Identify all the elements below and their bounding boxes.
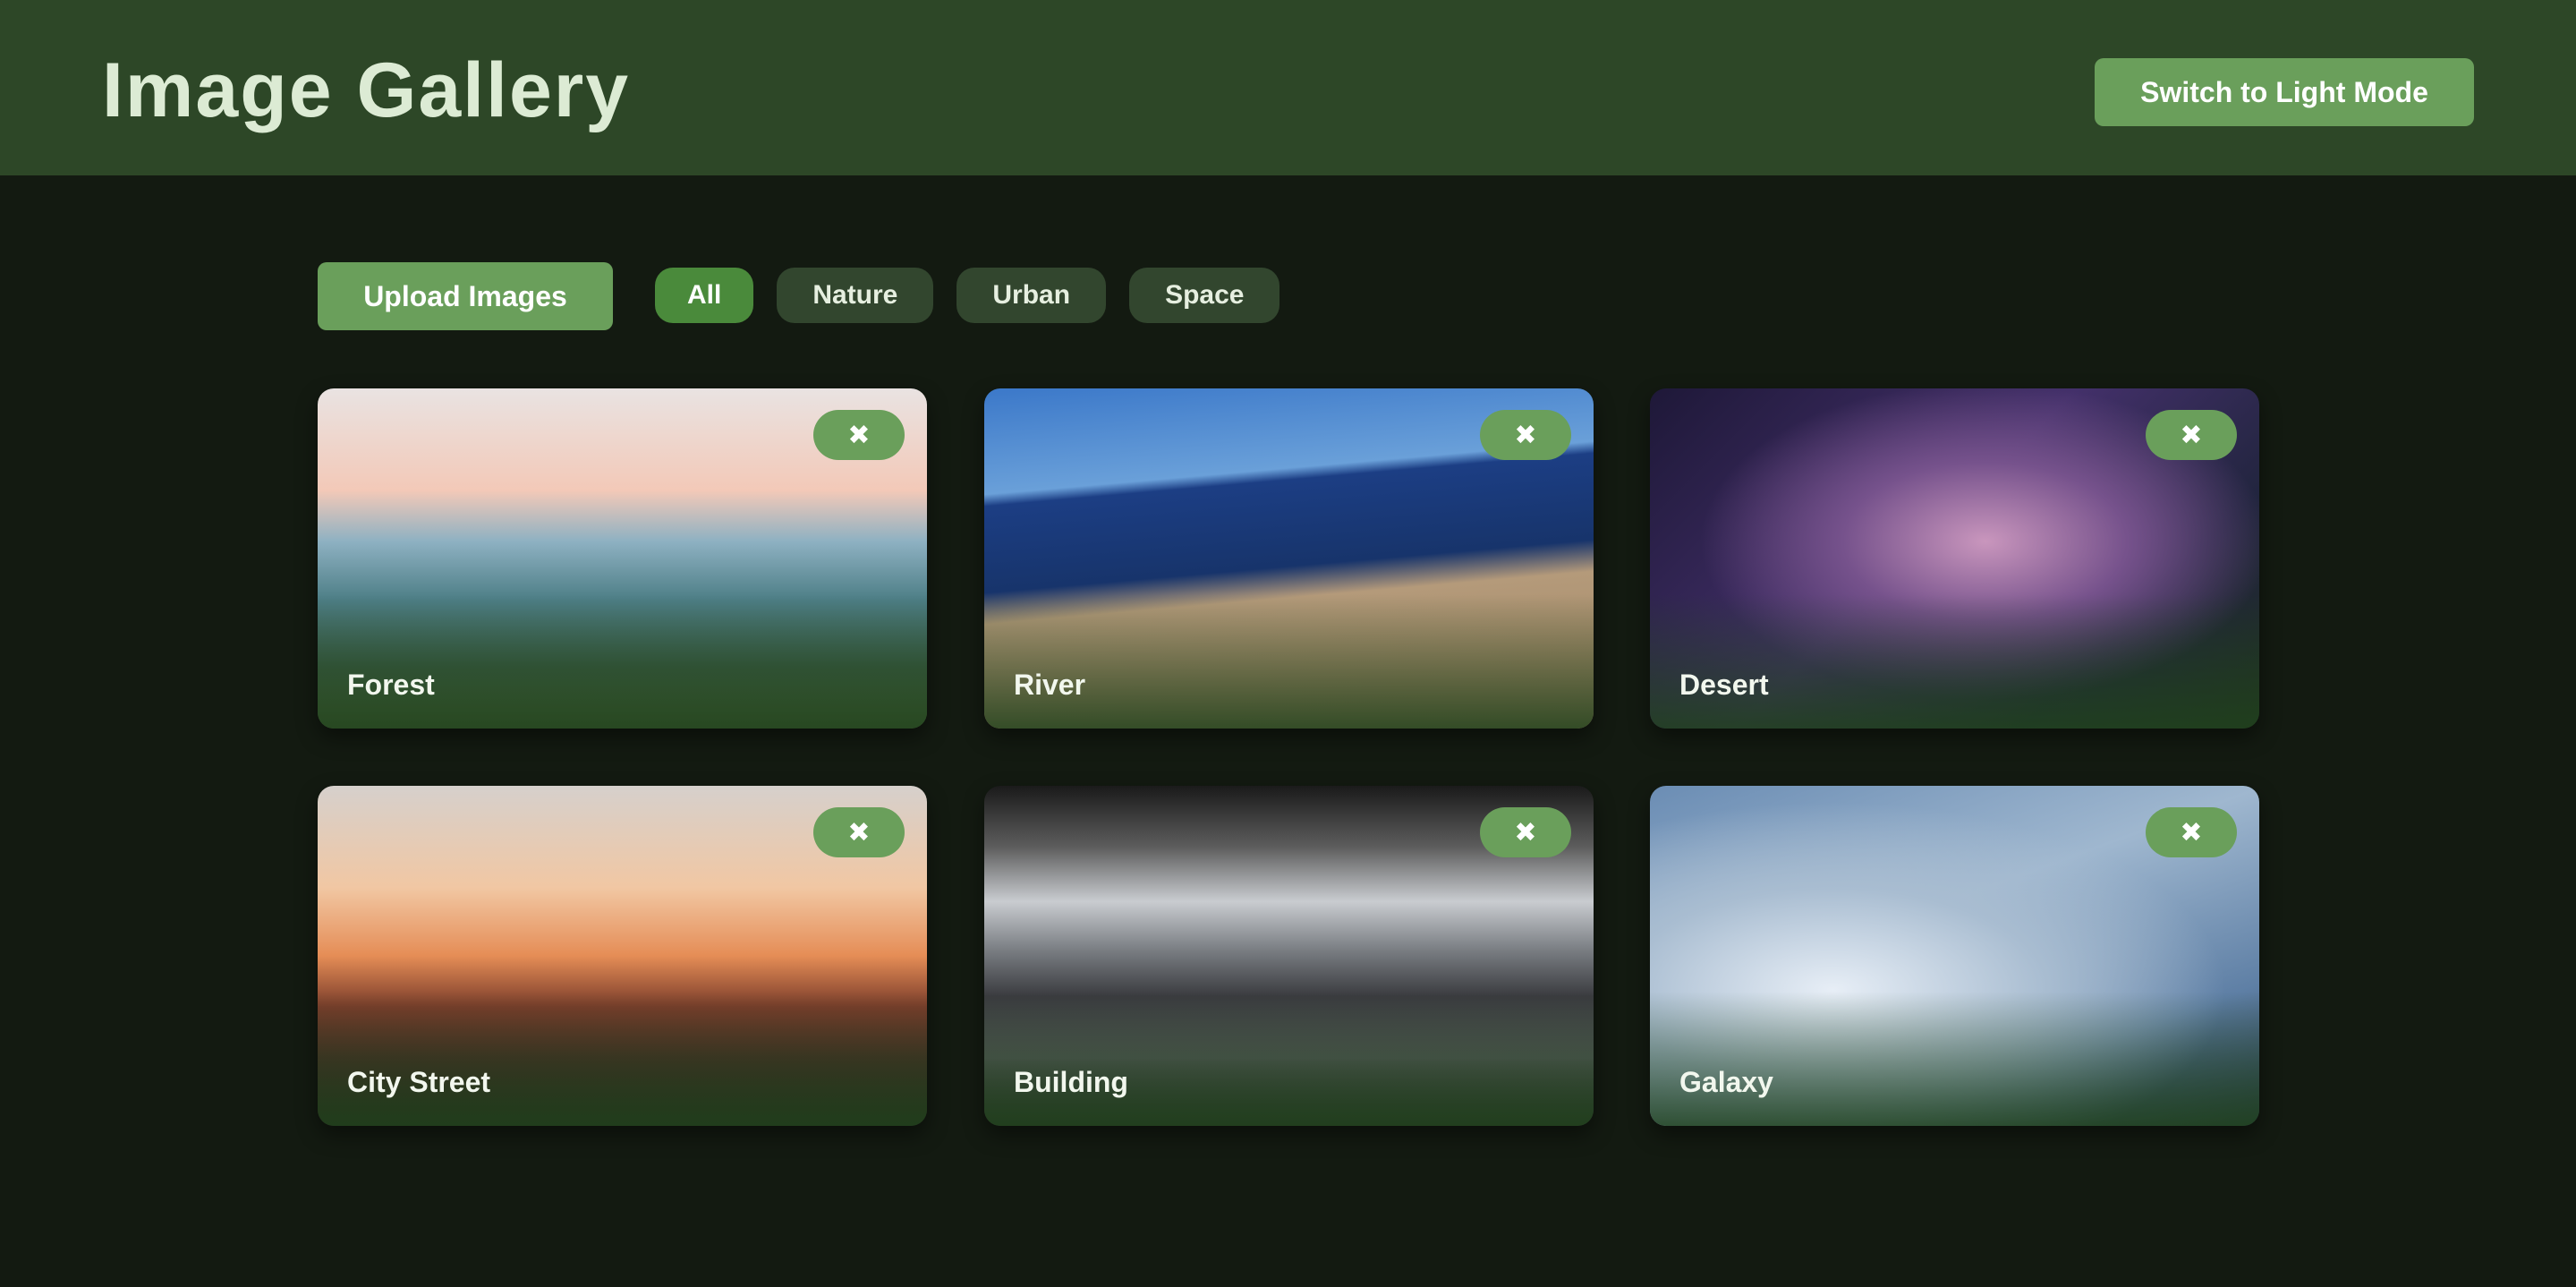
x-icon: ✖ — [2180, 419, 2203, 451]
upload-images-button[interactable]: Upload Images — [318, 262, 613, 330]
delete-image-button[interactable]: ✖ — [813, 807, 905, 857]
card-overlay — [318, 594, 927, 729]
x-icon: ✖ — [1514, 816, 1537, 848]
gallery-card-forest[interactable]: Forest ✖ — [318, 388, 927, 729]
x-icon: ✖ — [847, 419, 871, 451]
card-label: City Street — [347, 1066, 491, 1098]
delete-image-button[interactable]: ✖ — [2146, 410, 2237, 460]
delete-image-button[interactable]: ✖ — [1480, 807, 1571, 857]
gallery-card-building[interactable]: Building ✖ — [984, 786, 1594, 1126]
filter-space-button[interactable]: Space — [1129, 268, 1280, 323]
gallery-card-river[interactable]: River ✖ — [984, 388, 1594, 729]
delete-image-button[interactable]: ✖ — [2146, 807, 2237, 857]
card-overlay — [1650, 992, 2259, 1126]
gallery-card-galaxy[interactable]: Galaxy ✖ — [1650, 786, 2259, 1126]
filter-urban-button[interactable]: Urban — [956, 268, 1107, 323]
x-icon: ✖ — [847, 816, 871, 848]
card-overlay — [318, 992, 927, 1126]
card-overlay — [1650, 594, 2259, 729]
card-overlay — [984, 594, 1594, 729]
page-title: Image Gallery — [102, 47, 631, 133]
gallery-card-city-street[interactable]: City Street ✖ — [318, 786, 927, 1126]
card-label: River — [1014, 669, 1086, 701]
card-label: Building — [1014, 1066, 1128, 1098]
delete-image-button[interactable]: ✖ — [1480, 410, 1571, 460]
app-header: Image Gallery Switch to Light Mode — [0, 0, 2576, 175]
x-icon: ✖ — [2180, 816, 2203, 848]
x-icon: ✖ — [1514, 419, 1537, 451]
delete-image-button[interactable]: ✖ — [813, 410, 905, 460]
card-label: Forest — [347, 669, 435, 701]
card-overlay — [984, 992, 1594, 1126]
card-label: Galaxy — [1679, 1066, 1773, 1098]
gallery-card-desert[interactable]: Desert ✖ — [1650, 388, 2259, 729]
card-label: Desert — [1679, 669, 1769, 701]
switch-theme-button[interactable]: Switch to Light Mode — [2095, 58, 2474, 126]
filter-nature-button[interactable]: Nature — [777, 268, 934, 323]
category-filter-group: All Nature Urban Space — [655, 268, 1280, 323]
filter-all-button[interactable]: All — [655, 268, 754, 323]
